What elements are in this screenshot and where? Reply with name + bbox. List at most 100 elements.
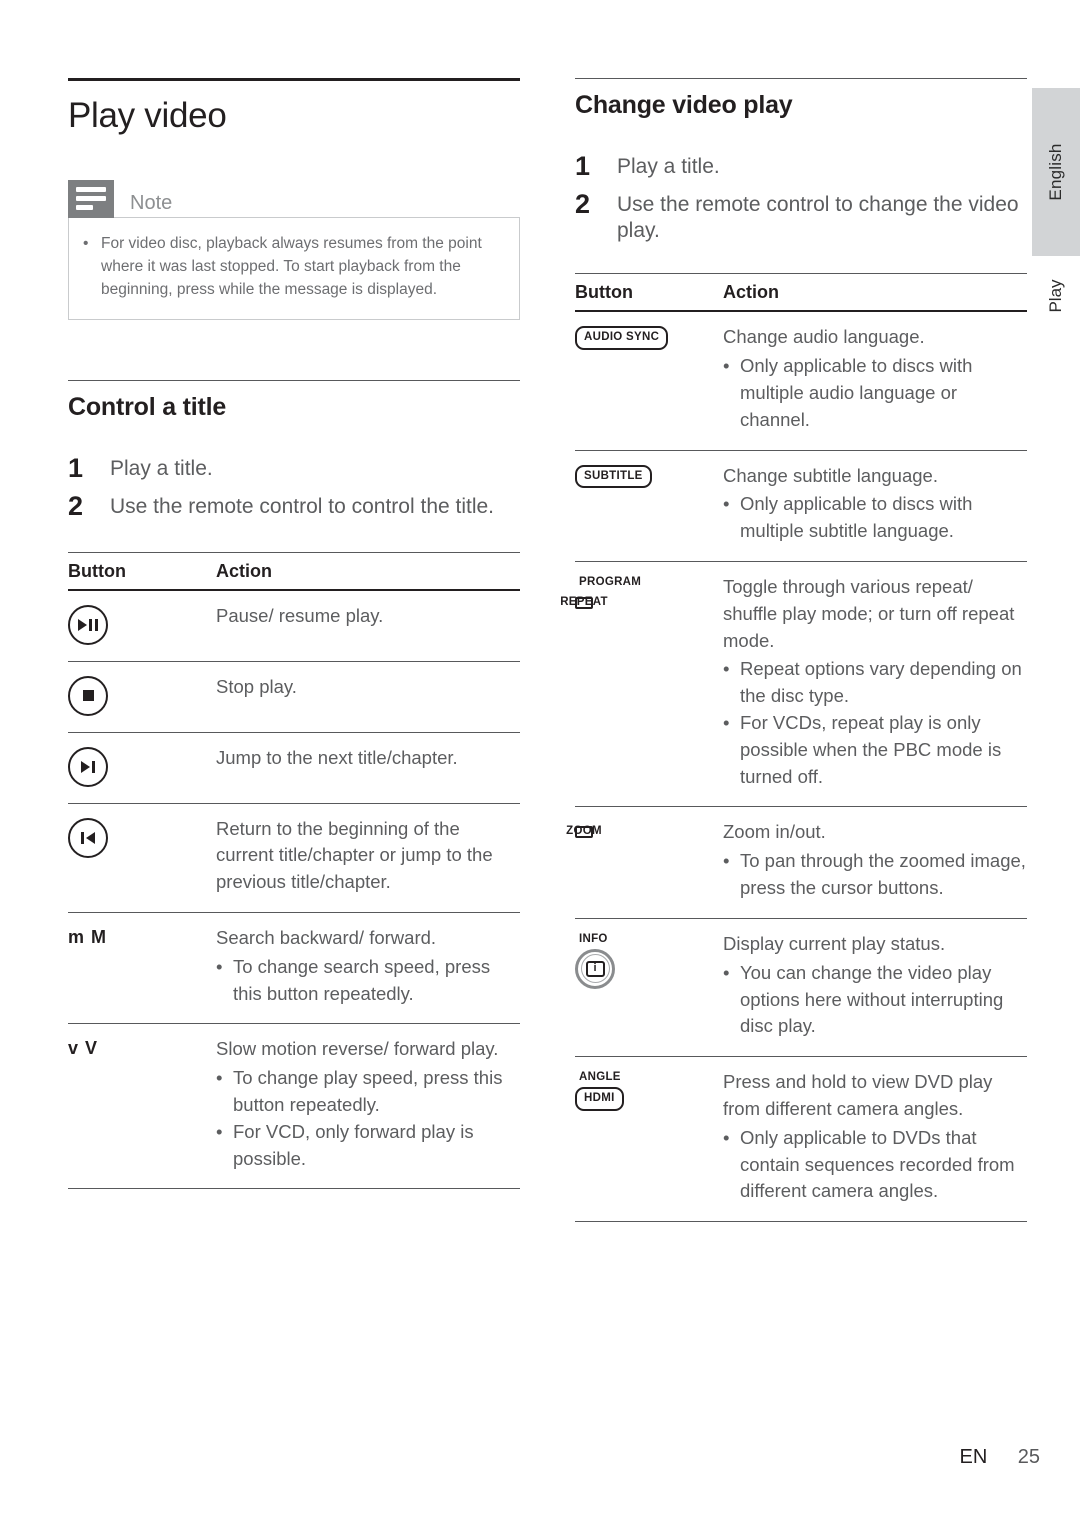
slow-motion-keys-icon: v V (68, 1038, 99, 1059)
note-lines-icon (68, 179, 114, 218)
bullet-glyph: • (723, 961, 730, 983)
row-action-text: Return to the beginning of the current t… (216, 817, 493, 893)
table-row: PROGRAM REPEAT Toggle through various re… (560, 562, 1027, 807)
info-circle-icon: i (575, 948, 615, 989)
table-header-row: Button Action (575, 274, 1027, 310)
row-bullet: • For VCDs, repeat play is only possible… (723, 710, 1027, 790)
column-header-action: Action (723, 282, 779, 303)
row-bullet-list: • Repeat options vary depending on the d… (723, 656, 1027, 790)
note-body: • For video disc, playback always resume… (68, 216, 520, 321)
row-bullet-text: To change search speed, press this butto… (233, 955, 491, 1004)
steps-list: 1 Play a title. 2 Use the remote control… (575, 150, 1027, 246)
row-bullet-list: • Only applicable to discs with multiple… (723, 491, 1027, 545)
next-track-icon (68, 746, 108, 787)
row-bullet-list: • To change search speed, press this but… (216, 954, 520, 1008)
step-item: 2 Use the remote control to control the … (68, 490, 520, 524)
section-side-tab-label: Play (1046, 279, 1065, 313)
table-row: AUDIO SYNC Change audio language. • Only… (575, 312, 1027, 449)
right-column: Change video play 1 Play a title. 2 Use … (560, 78, 1027, 1223)
step-text: Play a title. (617, 154, 720, 178)
program-repeat-button-icon: PROGRAM REPEAT (560, 574, 723, 791)
table-row: ANGLE HDMI Press and hold to view DVD pl… (575, 1057, 1027, 1221)
bullet-glyph: • (216, 955, 223, 977)
row-action-text: Toggle through various repeat/ shuffle p… (723, 575, 1015, 651)
step-number: 2 (575, 188, 591, 219)
step-item: 2 Use the remote control to change the v… (575, 188, 1027, 246)
row-bullet: • To change play speed, press this butto… (216, 1065, 520, 1119)
note-header: Note (68, 179, 520, 218)
steps-list: 1 Play a title. 2 Use the remote control… (68, 452, 520, 524)
row-bullet-text: To pan through the zoomed image, press t… (740, 850, 1026, 899)
bullet-glyph: • (723, 712, 730, 733)
row-bullet-text: You can change the video play options he… (740, 961, 1004, 1037)
footer-language-code: EN (959, 1446, 988, 1468)
previous-track-icon (68, 817, 108, 858)
step-text: Play a title. (110, 457, 213, 480)
note-item: • For video disc, playback always resume… (83, 232, 501, 302)
row-action-text: Jump to the next title/chapter. (216, 746, 458, 768)
language-side-tab: English (1032, 88, 1080, 256)
info-button-icon: INFO i (575, 931, 723, 1040)
bullet-glyph: • (723, 850, 730, 872)
step-item: 1 Play a title. (575, 150, 1027, 184)
row-bullet: • To pan through the zoomed image, press… (723, 848, 1027, 902)
step-item: 1 Play a title. (68, 452, 520, 486)
left-column: Play video Note • For video disc, playba… (68, 78, 520, 1190)
control-title-table: Button Action Pause/ resume play. Stop p… (68, 551, 520, 1190)
row-action-text: Pause/ resume play. (216, 604, 384, 626)
row-bullet: • Repeat options vary depending on the d… (723, 656, 1027, 710)
row-bullet-list: • To pan through the zoomed image, press… (723, 848, 1027, 902)
bullet-glyph: • (723, 658, 730, 680)
language-side-tab-label: English (1046, 143, 1065, 201)
bullet-glyph: • (723, 355, 730, 377)
change-video-play-table: Button Action AUDIO SYNC Change audio la… (560, 273, 1027, 1223)
row-bullet-list: • You can change the video play options … (723, 960, 1027, 1040)
table-row: Stop play. (68, 662, 520, 732)
table-bottom-rule (575, 1221, 1027, 1223)
row-bullet-text: For VCD, only forward play is possible. (233, 1120, 474, 1169)
table-bottom-rule (68, 1188, 520, 1190)
step-number: 1 (68, 453, 84, 483)
bullet-glyph: • (216, 1120, 223, 1142)
row-bullet-text: Only applicable to discs with multiple s… (740, 493, 973, 542)
search-keys-icon: m M (68, 926, 107, 947)
note-item-text: For video disc, playback always resumes … (101, 234, 482, 299)
column-header-button: Button (68, 560, 126, 581)
row-bullet: • Only applicable to discs with multiple… (723, 491, 1027, 545)
step-text: Use the remote control to change the vid… (617, 192, 1019, 243)
step-number: 2 (68, 490, 84, 521)
row-bullet-text: Only applicable to discs with multiple a… (740, 355, 973, 430)
row-bullet-list: • Only applicable to DVDs that contain s… (723, 1125, 1027, 1205)
document-page: English Play Play video Note • For video… (0, 0, 1080, 1527)
program-label: PROGRAM (579, 575, 642, 588)
row-bullet-list: • To change play speed, press this butto… (216, 1065, 520, 1172)
row-bullet-text: To change play speed, press this button … (233, 1067, 503, 1115)
page-footer: EN 25 (0, 1446, 1041, 1469)
row-bullet-text: For VCDs, repeat play is only possible w… (740, 712, 1002, 787)
row-bullet: • Only applicable to DVDs that contain s… (723, 1125, 1027, 1205)
subtitle-button-icon: SUBTITLE (575, 464, 652, 488)
page-title: Play video (68, 96, 227, 135)
section-side-tab: Play (1032, 266, 1080, 326)
table-row: v V Slow motion reverse/ forward play. •… (68, 1024, 520, 1188)
note-callout: Note • For video disc, playback always r… (68, 179, 520, 321)
play-pause-icon (68, 604, 108, 645)
info-label: INFO (579, 932, 608, 945)
stop-icon (68, 675, 108, 716)
row-bullet: • For VCD, only forward play is possible… (216, 1119, 520, 1173)
section-rule (575, 78, 1027, 79)
row-action-text: Change subtitle language. (723, 464, 938, 486)
title-rule (68, 78, 520, 81)
table-header-row: Button Action (68, 553, 520, 589)
angle-label: ANGLE (579, 1071, 621, 1084)
section-rule (68, 380, 520, 382)
bullet-glyph: • (723, 1126, 730, 1148)
row-bullet: • You can change the video play options … (723, 960, 1027, 1040)
table-row: ZOOM Zoom in/out. • To pan through the z… (566, 807, 1027, 917)
note-label: Note (130, 191, 173, 214)
section-heading: Control a title (68, 393, 227, 422)
table-row: m M Search backward/ forward. • To chang… (68, 913, 520, 1023)
bullet-glyph: • (216, 1067, 223, 1089)
control-a-title-section: Control a title 1 Play a title. 2 Use th… (68, 380, 520, 1190)
column-header-action: Action (216, 560, 272, 581)
